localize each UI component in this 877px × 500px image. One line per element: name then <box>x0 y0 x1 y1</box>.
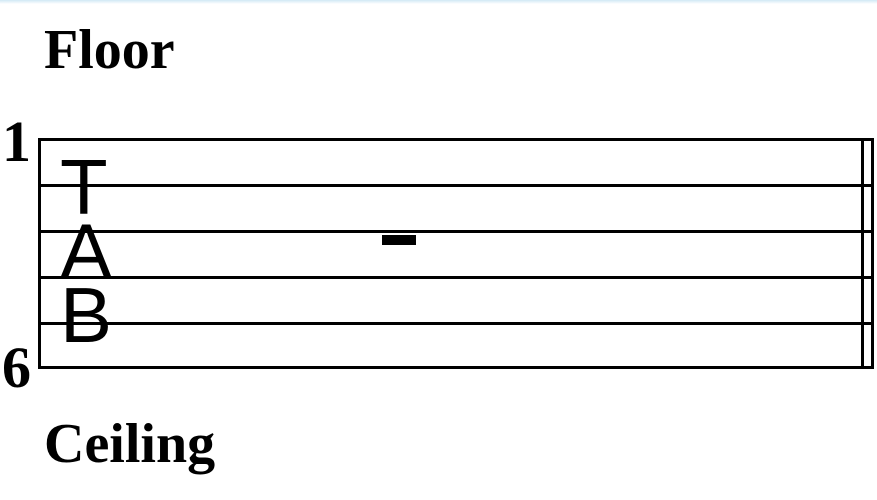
staff-line-2 <box>38 184 874 187</box>
string-number-1: 1 <box>2 108 31 175</box>
barline-start <box>38 138 41 368</box>
staff-line-3 <box>38 230 874 233</box>
tab-clef-b: B <box>60 278 110 352</box>
tab-clef: T A B <box>60 150 110 352</box>
ceiling-label: Ceiling <box>44 412 215 476</box>
tab-staff: T A B <box>38 138 874 368</box>
top-gradient-hint <box>0 0 877 4</box>
floor-label: Floor <box>44 18 175 82</box>
half-rest <box>382 235 416 245</box>
staff-line-1 <box>38 138 874 141</box>
barline-end-outer <box>871 138 874 368</box>
string-number-6: 6 <box>2 334 31 401</box>
staff-line-4 <box>38 276 874 279</box>
staff-line-6 <box>38 366 874 369</box>
staff-line-5 <box>38 322 874 325</box>
barline-end-inner <box>861 138 864 368</box>
